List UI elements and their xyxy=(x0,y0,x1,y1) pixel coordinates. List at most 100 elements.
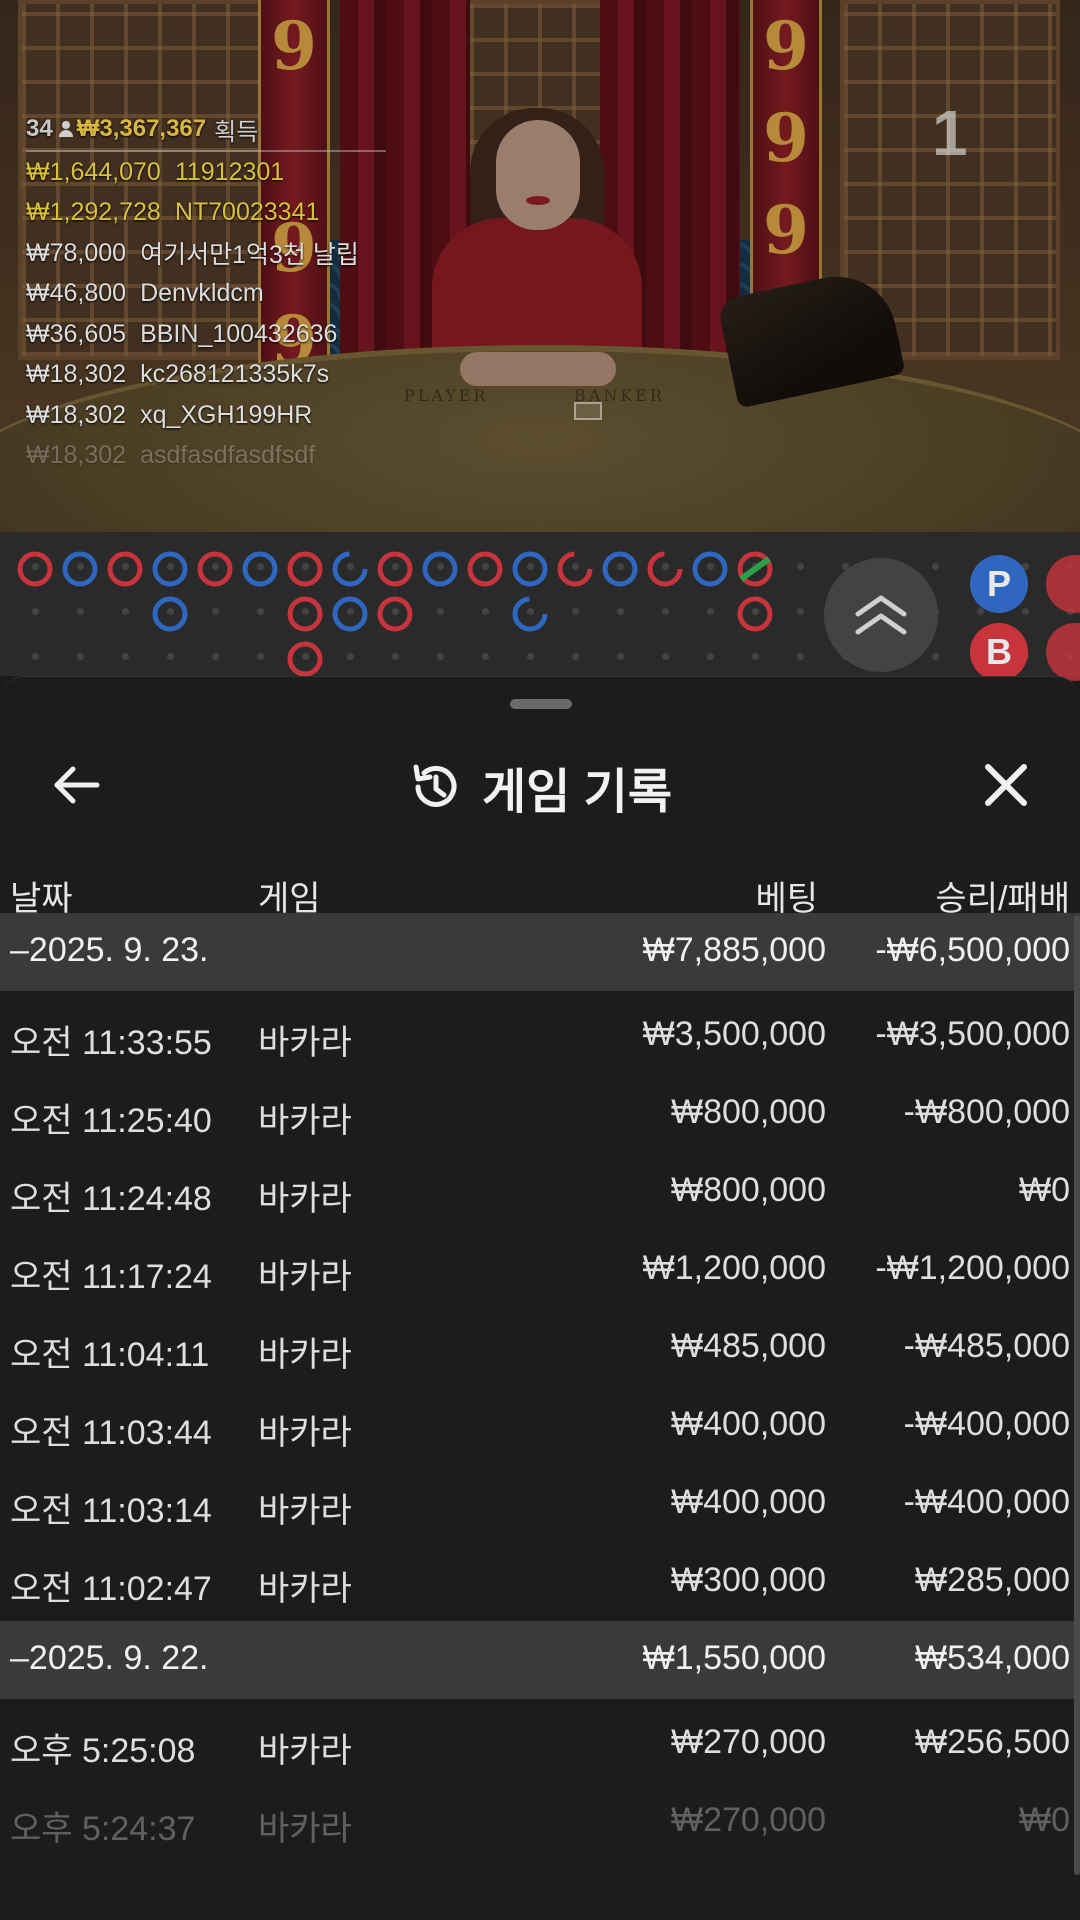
winner-count: 34 xyxy=(26,115,53,142)
row-result: ₩0 xyxy=(1019,1801,1070,1839)
row-game: 바카라 xyxy=(258,1732,352,1770)
double-chevron-up-icon xyxy=(855,595,907,635)
winners-leaderboard: 34 ₩3,367,367 획득 ₩1,644,070 11912301 ₩1,29… xyxy=(26,112,386,476)
player-bead xyxy=(332,551,368,587)
history-row[interactable]: 오전 11:33:55 바카라 ₩3,500,000 -₩3,500,000 xyxy=(0,997,1080,1075)
day-date: –2025. 9. 22. xyxy=(10,1639,209,1677)
history-row[interactable]: 오전 11:02:47 바카라 ₩300,000 ₩285,000 xyxy=(0,1543,1080,1621)
winner-row: ₩46,800 Denvkldcm xyxy=(26,274,386,315)
history-row[interactable]: 오전 11:03:14 바카라 ₩400,000 -₩400,000 xyxy=(0,1465,1080,1543)
row-time: 오후 5:25:08 xyxy=(10,1732,196,1770)
row-game: 바카라 xyxy=(258,1336,352,1374)
history-row[interactable]: 오전 11:04:11 바카라 ₩485,000 -₩485,000 xyxy=(0,1309,1080,1387)
day-bet-total: ₩1,550,000 xyxy=(642,1639,826,1677)
winner-amount: ₩36,605 xyxy=(26,319,127,348)
winner-name: xq_XGH199HR xyxy=(140,400,313,429)
predict-banker-button[interactable]: B xyxy=(970,623,1028,681)
winner-name: 여기서만1억3천 날립 xyxy=(140,241,359,270)
close-button[interactable] xyxy=(976,755,1036,815)
banker-bead xyxy=(107,551,143,587)
predict-banker-label: B xyxy=(986,631,1012,672)
expand-roadmap-button[interactable] xyxy=(824,558,938,672)
player-bead xyxy=(152,551,188,587)
tie-marker xyxy=(739,556,771,582)
winner-row: ₩1,644,070 11912301 xyxy=(26,152,386,193)
row-game: 바카라 xyxy=(258,1414,352,1452)
winner-name: asdfasdfasdfsdf xyxy=(140,441,316,470)
winner-amount: ₩1,644,070 xyxy=(26,157,161,186)
row-bet: ₩800,000 xyxy=(671,1171,826,1209)
history-row[interactable]: 오전 11:25:40 바카라 ₩800,000 -₩800,000 xyxy=(0,1075,1080,1153)
row-bet: ₩400,000 xyxy=(671,1405,826,1443)
history-row[interactable]: 오후 5:25:08 바카라 ₩270,000 ₩256,500 xyxy=(0,1705,1080,1783)
row-time: 오전 11:02:47 xyxy=(10,1570,212,1608)
panel-header: 게임 기록 xyxy=(0,733,1080,843)
day-result-total: -₩6,500,000 xyxy=(875,931,1070,969)
row-result: -₩1,200,000 xyxy=(875,1249,1070,1287)
winner-amount: ₩18,302 xyxy=(26,400,127,429)
player-bead xyxy=(602,551,638,587)
history-row[interactable]: 오전 11:24:48 바카라 ₩800,000 ₩0 xyxy=(0,1153,1080,1231)
row-result: -₩3,500,000 xyxy=(875,1015,1070,1053)
row-game: 바카라 xyxy=(258,1810,352,1848)
row-bet: ₩270,000 xyxy=(671,1723,826,1761)
game-history-panel: 게임 기록 날짜 게임 베팅 승리/패배 –2025. 9. 23. ₩7,885… xyxy=(0,676,1080,1920)
row-time: 오전 11:03:14 xyxy=(10,1492,212,1530)
winner-row: ₩18,302 asdfasdfasdfsdf xyxy=(26,436,386,477)
winner-name: BBIN_100432636 xyxy=(140,319,338,348)
predict-player-button[interactable]: P xyxy=(970,555,1028,613)
winner-amount: ₩1,292,728 xyxy=(26,198,161,227)
player-bead xyxy=(242,551,278,587)
row-game: 바카라 xyxy=(258,1258,352,1296)
row-game: 바카라 xyxy=(258,1102,352,1140)
row-time: 오전 11:04:11 xyxy=(10,1336,210,1374)
row-bet: ₩3,500,000 xyxy=(642,1015,826,1053)
banker-bead xyxy=(377,551,413,587)
row-bet: ₩1,200,000 xyxy=(642,1249,826,1287)
row-game: 바카라 xyxy=(258,1180,352,1218)
scrollbar[interactable] xyxy=(1074,915,1080,1875)
row-result: ₩285,000 xyxy=(915,1561,1070,1599)
winners-total: ₩3,367,367 xyxy=(76,115,207,142)
winner-name: NT70023341 xyxy=(174,198,320,227)
banker-bead xyxy=(197,551,233,587)
history-icon xyxy=(413,764,457,807)
winner-amount: ₩46,800 xyxy=(26,279,127,308)
history-row[interactable]: 오전 11:17:24 바카라 ₩1,200,000 -₩1,200,000 xyxy=(0,1231,1080,1309)
panel-title-group: 게임 기록 xyxy=(0,755,1080,819)
banker-bead xyxy=(17,551,53,587)
day-summary-row[interactable]: –2025. 9. 23. ₩7,885,000 -₩6,500,000 xyxy=(0,913,1080,991)
row-game: 바카라 xyxy=(258,1024,352,1062)
player-bead xyxy=(332,596,368,632)
banker-bead xyxy=(737,596,773,632)
winner-name: kc268121335k7s xyxy=(140,360,330,389)
history-list[interactable]: –2025. 9. 23. ₩7,885,000 -₩6,500,000 오전 11:… xyxy=(0,913,1080,1913)
row-result: ₩0 xyxy=(1019,1171,1070,1209)
history-row[interactable]: 오후 5:24:37 바카라 ₩270,000 ₩0 xyxy=(0,1783,1080,1861)
history-row[interactable]: 오전 11:03:44 바카라 ₩400,000 -₩400,000 xyxy=(0,1387,1080,1465)
row-time: 오전 11:33:55 xyxy=(10,1024,212,1062)
winner-list: ₩1,644,070 11912301 ₩1,292,728 NT70023341 ₩7… xyxy=(26,152,386,476)
row-result: -₩400,000 xyxy=(903,1405,1070,1443)
row-time: 오후 5:24:37 xyxy=(10,1810,196,1848)
row-result: ₩256,500 xyxy=(915,1723,1070,1761)
day-result-total: ₩534,000 xyxy=(915,1639,1070,1677)
day-summary-row[interactable]: –2025. 9. 22. ₩1,550,000 ₩534,000 xyxy=(0,1621,1080,1699)
drag-handle[interactable] xyxy=(510,699,572,709)
row-result: -₩485,000 xyxy=(903,1327,1070,1365)
winner-amount: ₩78,000 xyxy=(26,238,127,267)
row-result: -₩400,000 xyxy=(903,1483,1070,1521)
banker-bead xyxy=(377,596,413,632)
predict-player-label: P xyxy=(986,563,1011,604)
row-game: 바카라 xyxy=(258,1570,352,1608)
row-time: 오전 11:17:24 xyxy=(10,1258,212,1296)
row-game: 바카라 xyxy=(258,1492,352,1530)
winners-summary: 34 ₩3,367,367 획득 xyxy=(26,112,386,152)
row-result: -₩800,000 xyxy=(903,1093,1070,1131)
row-bet: ₩485,000 xyxy=(671,1327,826,1365)
winner-row: ₩36,605 BBIN_100432636 xyxy=(26,314,386,355)
winner-row: ₩1,292,728 NT70023341 xyxy=(26,193,386,234)
banker-bead xyxy=(287,551,323,587)
player-bead xyxy=(692,551,728,587)
row-time: 오전 11:03:44 xyxy=(10,1414,212,1452)
